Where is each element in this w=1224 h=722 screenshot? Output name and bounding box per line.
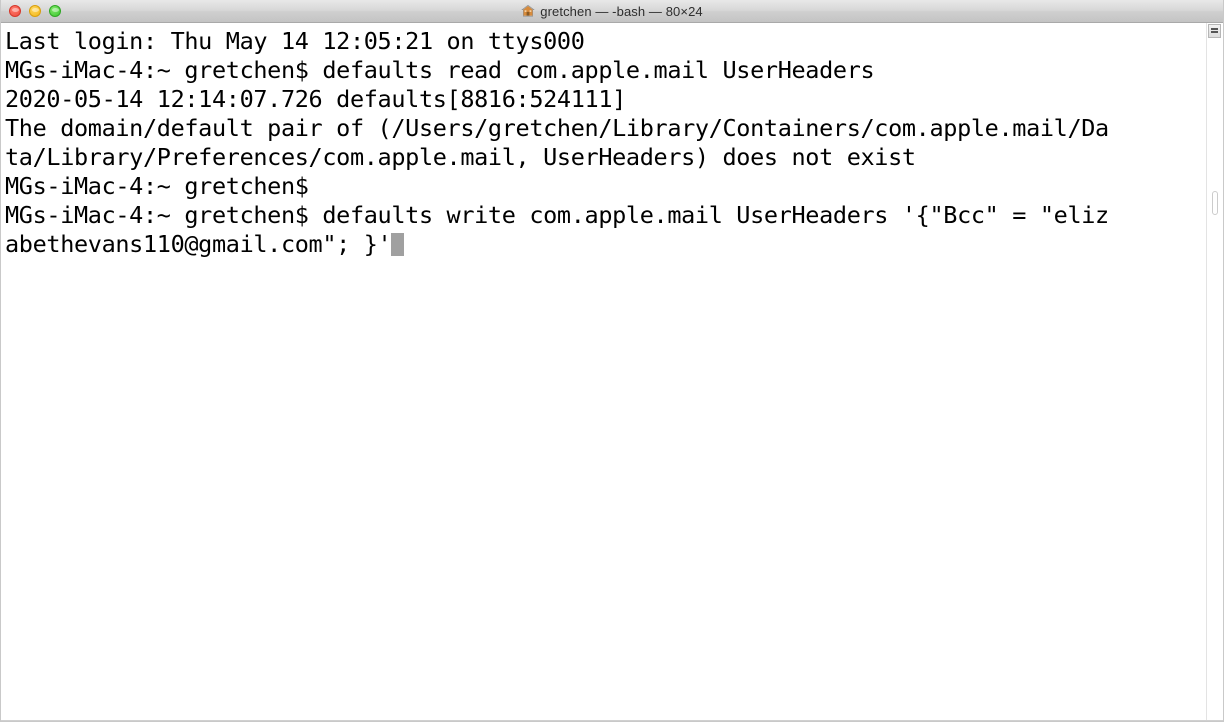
vertical-scrollbar[interactable]: [1206, 23, 1223, 721]
terminal-line: ta/Library/Preferences/com.apple.mail, U…: [5, 143, 916, 171]
window-title: gretchen — -bash — 80×24: [540, 3, 703, 19]
terminal-input-text: abethevans110@gmail.com"; }': [5, 230, 392, 258]
terminal-line: The domain/default pair of (/Users/gretc…: [5, 114, 1109, 142]
home-icon: [521, 4, 535, 17]
minimize-button[interactable]: [29, 5, 41, 17]
traffic-light-group: [9, 0, 61, 22]
terminal-line-with-cursor: abethevans110@gmail.com"; }': [5, 230, 1207, 259]
terminal-line: 2020-05-14 12:14:07.726 defaults[8816:52…: [5, 85, 626, 113]
scroll-lines-glyph: [1211, 27, 1218, 35]
terminal-body[interactable]: Last login: Thu May 14 12:05:21 on ttys0…: [1, 23, 1223, 721]
terminal-line: MGs-iMac-4:~ gretchen$ defaults write co…: [5, 201, 1109, 229]
terminal-window: gretchen — -bash — 80×24 Last login: Thu…: [0, 0, 1224, 722]
terminal-line: Last login: Thu May 14 12:05:21 on ttys0…: [5, 27, 585, 55]
maximize-button[interactable]: [49, 5, 61, 17]
text-cursor: [391, 233, 405, 256]
window-bottom-edge: [1, 720, 1223, 721]
terminal-line: MGs-iMac-4:~ gretchen$ defaults read com…: [5, 56, 875, 84]
scroll-thumb[interactable]: [1212, 191, 1218, 215]
window-titlebar[interactable]: gretchen — -bash — 80×24: [1, 0, 1223, 23]
window-title-group: gretchen — -bash — 80×24: [521, 3, 703, 19]
scroll-lines-icon[interactable]: [1208, 24, 1221, 38]
close-button[interactable]: [9, 5, 21, 17]
terminal-line: MGs-iMac-4:~ gretchen$: [5, 172, 309, 200]
terminal-screen[interactable]: Last login: Thu May 14 12:05:21 on ttys0…: [1, 23, 1207, 721]
